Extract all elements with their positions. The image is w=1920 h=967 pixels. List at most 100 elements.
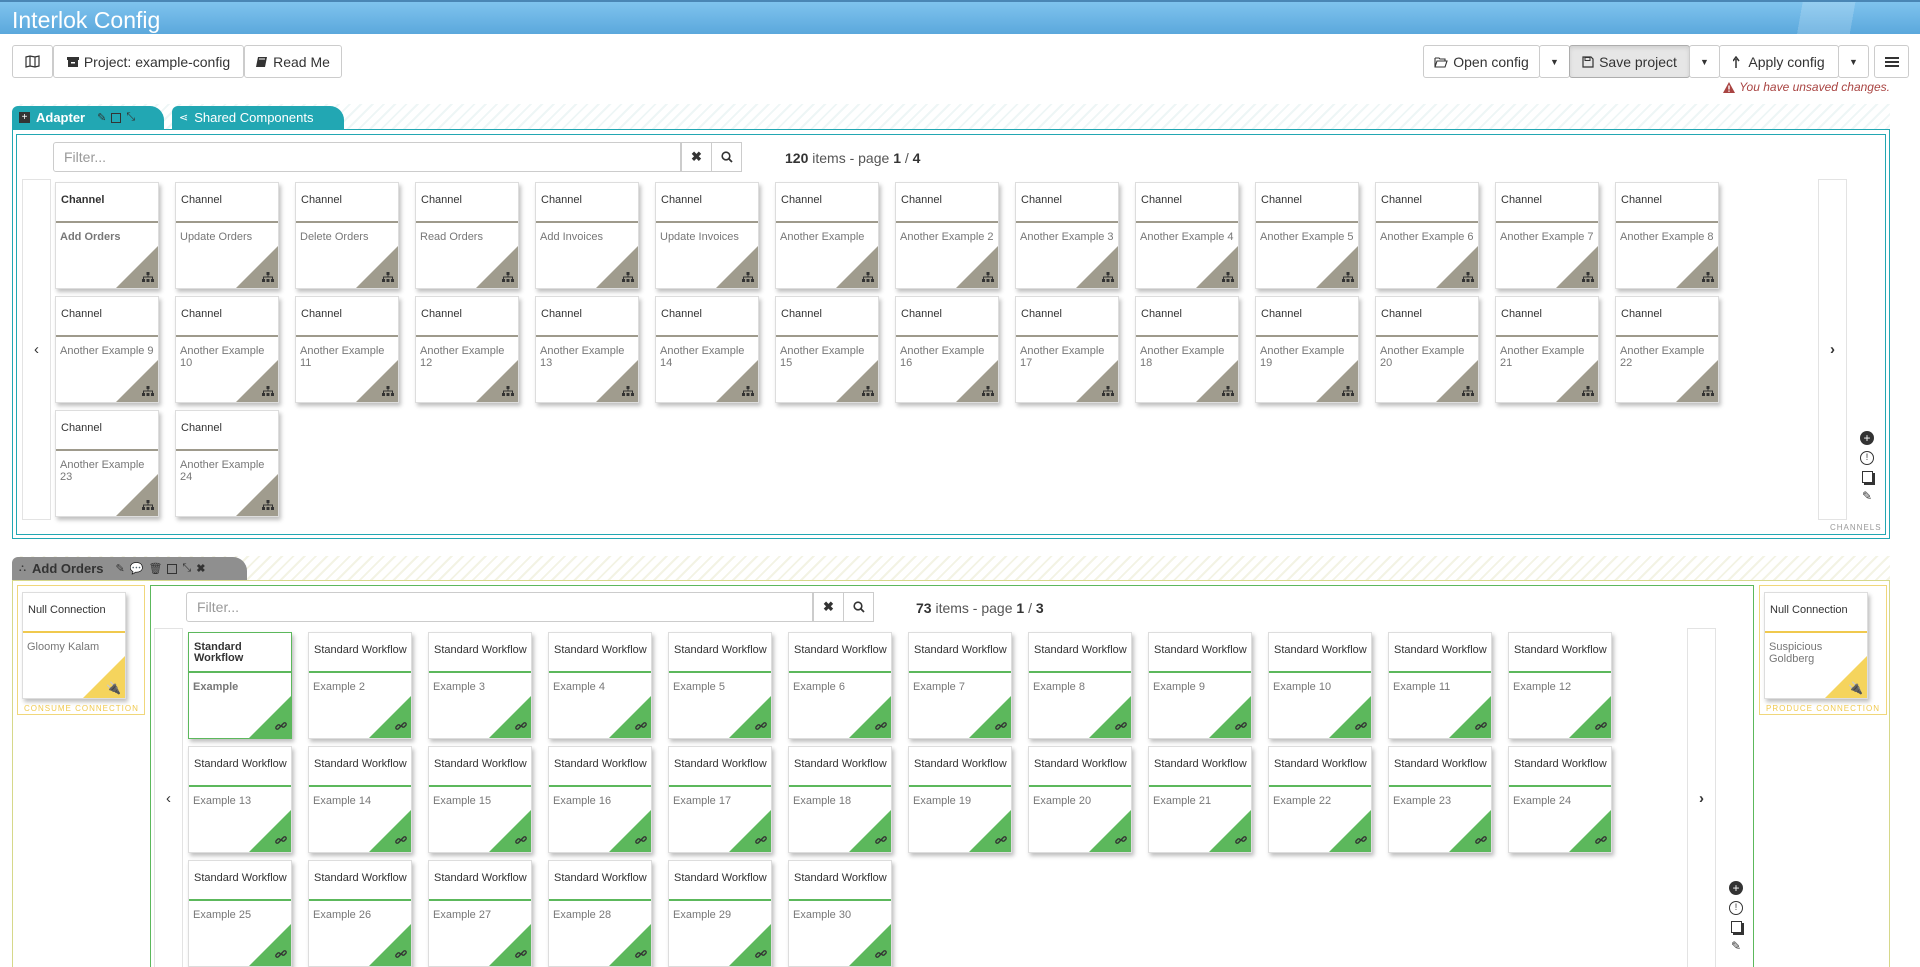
open-config-button[interactable]: Open config [1423,45,1540,78]
workflow-card[interactable]: Standard Workflow Example 9 [1148,632,1252,739]
workflow-card[interactable]: Standard Workflow Example 27 [428,860,532,967]
channel-card[interactable]: Channel Another Example 24 [175,410,279,517]
add-icon[interactable]: + [1860,431,1874,445]
channel-card[interactable]: Channel Another Example 17 [1015,296,1119,403]
workflow-card[interactable]: Standard Workflow Example 4 [548,632,652,739]
channel-card[interactable]: Channel Add Invoices [535,182,639,289]
channel-card[interactable]: Channel Another Example 21 [1495,296,1599,403]
workflow-card[interactable]: Standard Workflow Example 23 [1388,746,1492,853]
compress-icon[interactable]: ⤡ [182,562,191,575]
workflows-filter-input[interactable] [186,592,813,622]
channel-card[interactable]: Channel Another Example 11 [295,296,399,403]
channel-card[interactable]: Channel Another Example 4 [1135,182,1239,289]
project-button[interactable]: Project: example-config [53,45,244,78]
workflows-clear-filter-button[interactable]: ✖ [813,592,844,622]
apply-config-button[interactable]: Apply config [1719,45,1839,78]
channel-card[interactable]: Channel Another Example 7 [1495,182,1599,289]
workflow-card[interactable]: Standard Workflow Example 10 [1268,632,1372,739]
channels-next-page[interactable]: › [1818,179,1847,520]
tab-add-orders[interactable]: ⛬ Add Orders ✎ 💬 🗑 ⤡ ✖ [12,557,247,580]
workflow-card[interactable]: Standard Workflow Example 28 [548,860,652,967]
channel-card[interactable]: Channel Another Example 6 [1375,182,1479,289]
workflow-card[interactable]: Standard Workflow Example 17 [668,746,772,853]
save-project-button[interactable]: Save project [1569,45,1690,78]
channels-prev-page[interactable]: ‹ [22,179,51,520]
channels-clear-filter-button[interactable]: ✖ [681,142,712,172]
channel-card[interactable]: Channel Another Example 22 [1615,296,1719,403]
workflow-card[interactable]: Standard Workflow Example 5 [668,632,772,739]
workflow-card[interactable]: Standard Workflow Example 21 [1148,746,1252,853]
open-config-dropdown[interactable]: ▼ [1539,45,1570,78]
workflow-card[interactable]: Standard Workflow Example 19 [908,746,1012,853]
tab-shared-components[interactable]: ⋖ Shared Components [172,106,344,129]
workflow-card[interactable]: Standard Workflow Example 22 [1268,746,1372,853]
workflow-card[interactable]: Standard Workflow Example 2 [308,632,412,739]
channel-card[interactable]: Channel Another Example 2 [895,182,999,289]
map-button[interactable] [12,45,53,78]
workflow-card[interactable]: Standard Workflow Example 7 [908,632,1012,739]
channels-search-button[interactable] [711,142,742,172]
workflow-card[interactable]: Standard Workflow Example 18 [788,746,892,853]
menu-button[interactable] [1874,45,1909,78]
channel-card[interactable]: Channel Another Example 8 [1615,182,1719,289]
workflow-card[interactable]: Standard Workflow Example 25 [188,860,292,967]
workflow-card[interactable]: Standard Workflow Example 15 [428,746,532,853]
channel-card[interactable]: Channel Another Example [775,182,879,289]
workflow-card[interactable]: Standard Workflow Example 24 [1508,746,1612,853]
edit-icon[interactable]: ✎ [116,562,125,575]
compress-icon[interactable]: ⤡ [126,111,135,124]
trash-icon[interactable]: 🗑 [148,562,162,575]
readme-button[interactable]: Read Me [244,45,342,78]
workflow-card[interactable]: Standard Workflow Example 14 [308,746,412,853]
workflow-card[interactable]: Standard Workflow Example 3 [428,632,532,739]
channels-filter-input[interactable] [53,142,681,172]
close-icon[interactable]: ✖ [196,562,205,575]
workflow-card[interactable]: Standard Workflow Example 26 [308,860,412,967]
save-project-dropdown[interactable]: ▼ [1689,45,1720,78]
workflow-card[interactable]: Standard Workflow Example 13 [188,746,292,853]
channel-card[interactable]: Channel Another Example 23 [55,410,159,517]
workflow-card[interactable]: Standard Workflow Example 20 [1028,746,1132,853]
maximize-icon[interactable] [111,112,122,123]
lightbulb-icon[interactable]: ! [1860,451,1874,465]
apply-config-dropdown[interactable]: ▼ [1838,45,1869,78]
channel-card[interactable]: Channel Another Example 3 [1015,182,1119,289]
channel-card[interactable]: Channel Another Example 13 [535,296,639,403]
channel-card[interactable]: Channel Read Orders [415,182,519,289]
channel-card[interactable]: Channel Delete Orders [295,182,399,289]
channel-card[interactable]: Channel Another Example 19 [1255,296,1359,403]
workflows-search-button[interactable] [843,592,874,622]
channel-card[interactable]: Channel Another Example 18 [1135,296,1239,403]
tab-adapter[interactable]: + Adapter ✎ ⤡ [12,106,164,129]
workflow-card[interactable]: Standard Workflow Example 30 [788,860,892,967]
copy-icon[interactable] [1730,921,1742,933]
add-icon[interactable]: + [1729,881,1743,895]
edit-icon[interactable]: ✎ [97,111,106,124]
consume-connection-card[interactable]: Null Connection Gloomy Kalam 🔌 [22,592,126,699]
workflow-card[interactable]: Standard Workflow Example 16 [548,746,652,853]
channel-card[interactable]: Channel Another Example 14 [655,296,759,403]
copy-icon[interactable] [1861,471,1873,483]
channel-card[interactable]: Channel Another Example 10 [175,296,279,403]
lightbulb-icon[interactable]: ! [1729,901,1743,915]
channel-card[interactable]: Channel Update Orders [175,182,279,289]
workflow-card[interactable]: Standard Workflow Example 11 [1388,632,1492,739]
maximize-icon[interactable] [167,563,178,574]
channel-card[interactable]: Channel Another Example 15 [775,296,879,403]
channel-card[interactable]: Channel Another Example 20 [1375,296,1479,403]
channel-card[interactable]: Channel Update Invoices [655,182,759,289]
workflow-card[interactable]: Standard Workflow Example 6 [788,632,892,739]
channel-card[interactable]: Channel Another Example 9 [55,296,159,403]
workflow-card[interactable]: Standard Workflow Example 29 [668,860,772,967]
workflows-prev-page[interactable]: ‹ [154,628,183,967]
produce-connection-card[interactable]: Null Connection Suspicious Goldberg 🔌 [1764,592,1868,699]
workflow-card[interactable]: Standard Workflow Example 12 [1508,632,1612,739]
channel-card[interactable]: Channel Another Example 5 [1255,182,1359,289]
workflow-card[interactable]: Standard Workflow Example [188,632,292,739]
channel-card[interactable]: Channel Another Example 12 [415,296,519,403]
comment-icon[interactable]: 💬 [130,562,144,575]
edit-icon[interactable]: ✎ [1731,939,1741,953]
edit-icon[interactable]: ✎ [1862,489,1872,503]
channel-card[interactable]: Channel Add Orders [55,182,159,289]
workflow-card[interactable]: Standard Workflow Example 8 [1028,632,1132,739]
